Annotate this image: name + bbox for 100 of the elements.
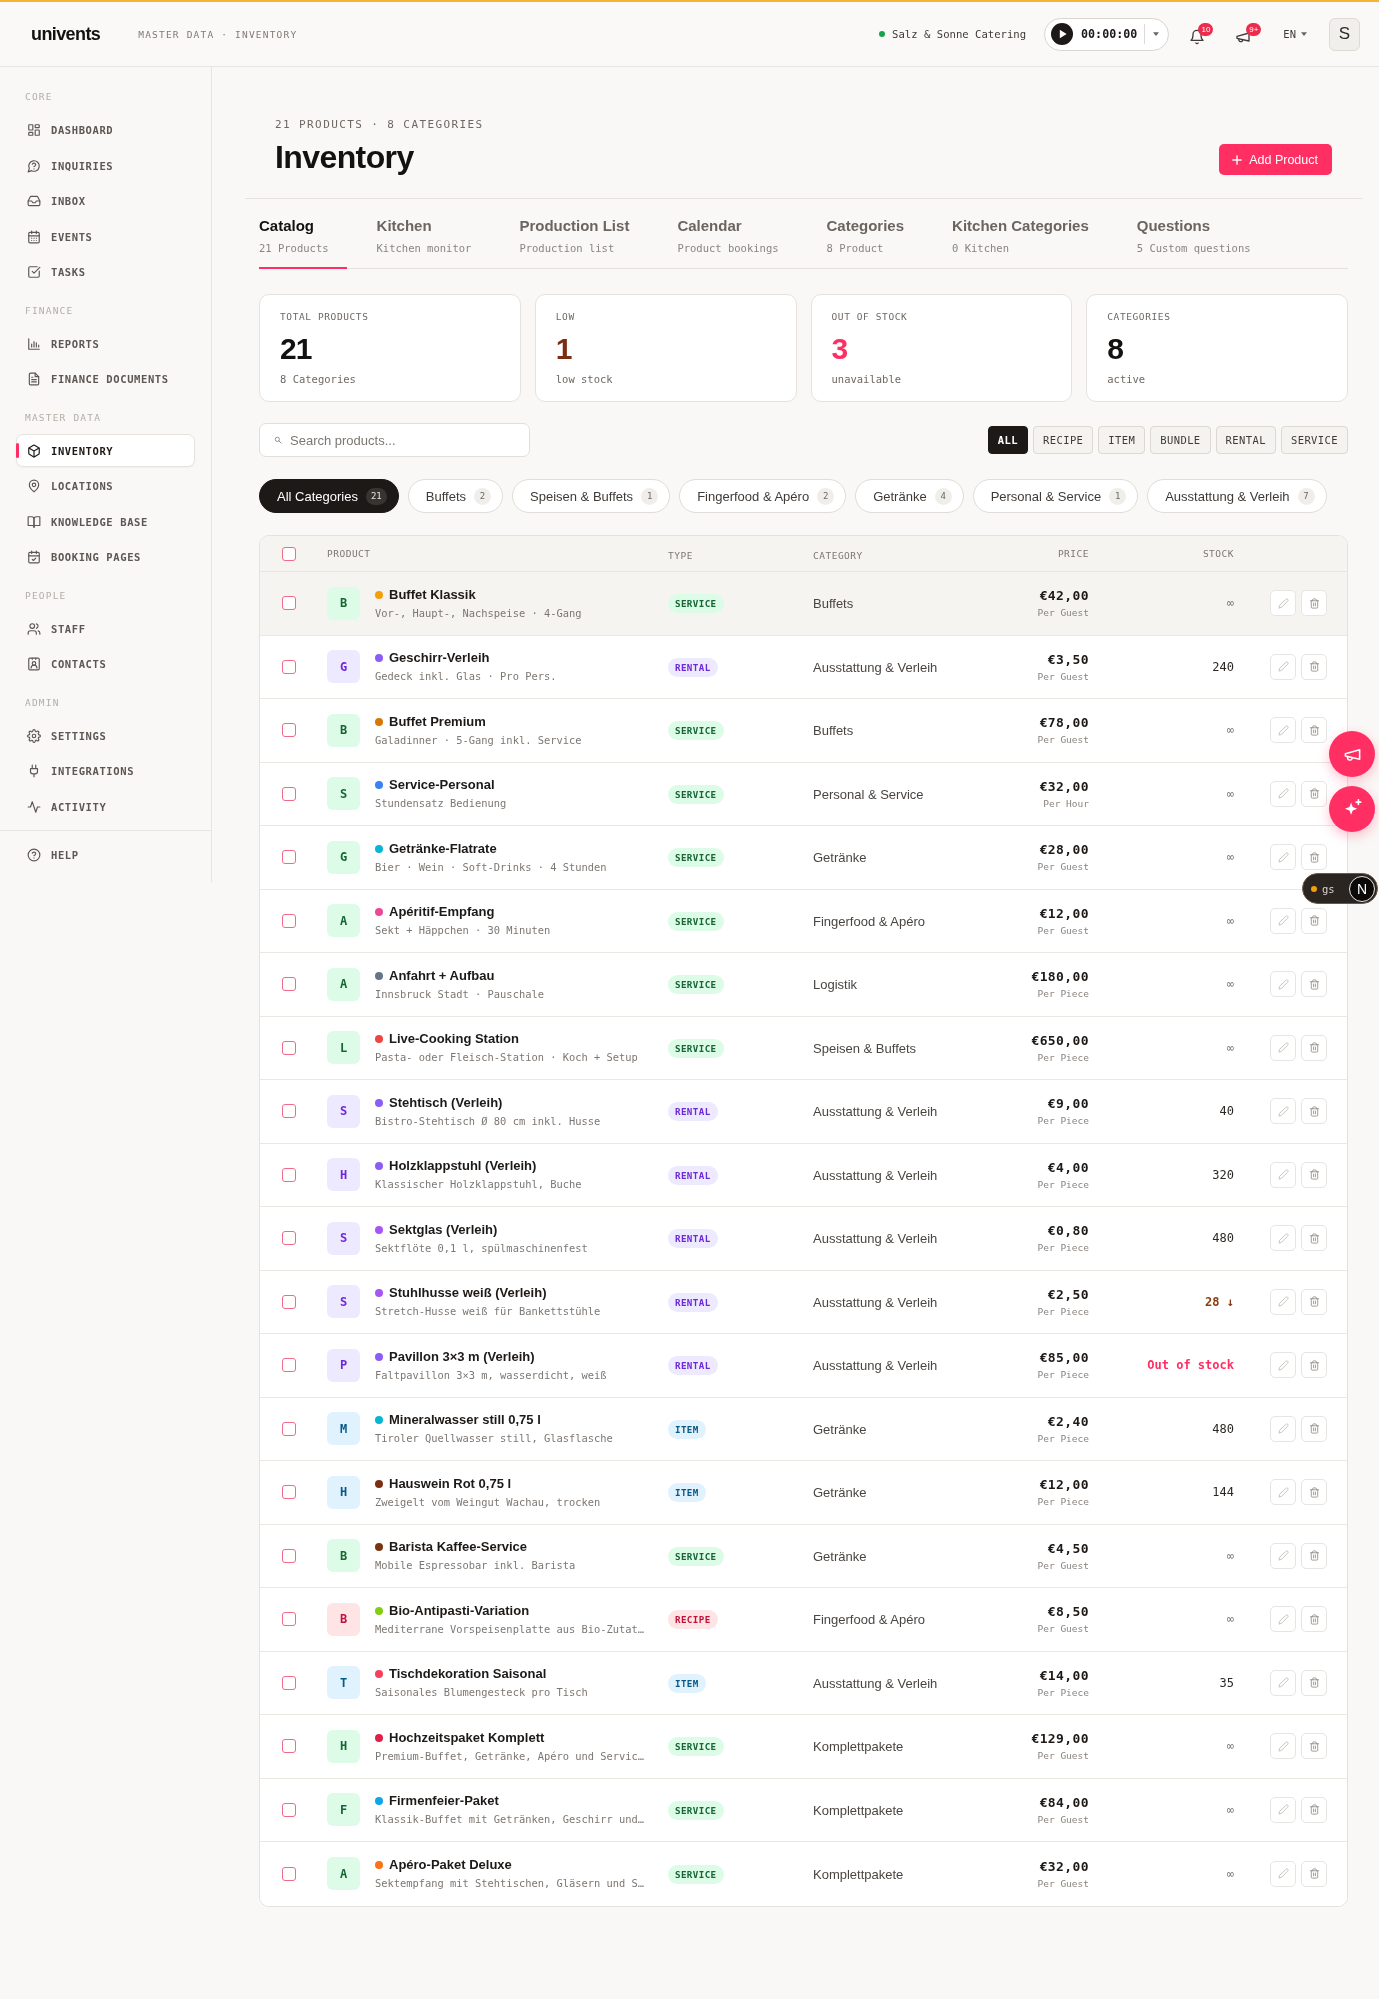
type-filter[interactable]: RECIPE [1033,426,1094,454]
edit-button[interactable] [1270,1669,1296,1696]
edit-button[interactable] [1270,1606,1296,1633]
delete-button[interactable] [1301,844,1327,871]
delete-button[interactable] [1301,717,1327,744]
row-checkbox[interactable] [282,1104,296,1119]
row-checkbox[interactable] [282,1548,296,1563]
highlighted-row[interactable]: B Buffet Klassik Vor-, Haupt-, Nachspeise · 4-Gang SERVICE Buffets €42,00 Per Guest ∞ [260,572,1347,636]
row-checkbox[interactable] [282,1612,296,1627]
search-field[interactable]: Search products... [259,423,530,457]
tab[interactable]: Questions 5 Custom questions [1136,199,1269,269]
row-checkbox[interactable] [282,1739,296,1754]
sparkle-button[interactable] [1329,786,1375,832]
category-chip[interactable]: Ausstattung & Verleih 7 [1147,479,1327,513]
sidebar-item[interactable]: KNOWLEDGE BASE [16,505,195,538]
delete-button[interactable] [1301,653,1327,680]
row-checkbox[interactable] [282,1421,296,1436]
delete-button[interactable] [1301,590,1327,617]
sidebar-item[interactable]: STAFF [16,612,195,645]
edit-button[interactable] [1270,1479,1296,1506]
delete-button[interactable] [1301,1479,1327,1506]
language-selector[interactable]: EN [1283,28,1307,40]
type-filter[interactable]: BUNDLE [1150,426,1211,454]
row-checkbox[interactable] [282,1040,296,1055]
sidebar-item[interactable]: CONTACTS [16,647,195,681]
delete-button[interactable] [1301,971,1327,998]
row-checkbox[interactable] [282,1675,296,1690]
type-filter[interactable]: RENTAL [1215,426,1276,454]
notifications-button[interactable]: 10 [1189,23,1214,45]
type-filter[interactable]: ALL [987,426,1028,454]
add-product-button[interactable]: Add Product [1219,144,1332,175]
type-filter[interactable]: SERVICE [1280,426,1348,454]
row-checkbox[interactable] [282,723,296,738]
delete-button[interactable] [1301,1606,1327,1633]
row-checkbox[interactable] [282,596,296,611]
play-icon[interactable] [1051,23,1074,45]
category-chip[interactable]: Speisen & Buffets 1 [512,479,671,513]
search-input[interactable]: Search products... [290,432,517,448]
delete-button[interactable] [1301,1415,1327,1442]
edit-button[interactable] [1270,1796,1296,1823]
row-checkbox[interactable] [282,659,296,674]
caret-icon[interactable] [1153,32,1160,36]
edit-button[interactable] [1270,907,1296,934]
delete-button[interactable] [1301,1225,1327,1252]
row-checkbox[interactable] [282,1802,296,1817]
category-chip[interactable]: Personal & Service 1 [972,479,1139,513]
edit-button[interactable] [1270,1415,1296,1442]
delete-button[interactable] [1301,1860,1327,1887]
tab[interactable]: Production List Production list [519,199,648,269]
row-checkbox[interactable] [282,1358,296,1373]
tab[interactable]: Catalog 21 Products [259,199,347,269]
edit-button[interactable] [1270,844,1296,871]
sidebar-item[interactable]: TASKS [16,255,195,289]
tab[interactable]: Kitchen Categories 0 Kitchen [952,199,1107,269]
category-chip[interactable]: Buffets 2 [407,479,503,513]
sidebar-item[interactable]: HELP [16,838,195,872]
megaphone-button[interactable] [1329,731,1375,777]
row-checkbox[interactable] [282,1167,296,1182]
type-filter[interactable]: ITEM [1098,426,1146,454]
sidebar-item[interactable]: REPORTS [16,327,195,360]
sidebar-item[interactable]: INBOX [16,184,195,218]
edit-button[interactable] [1270,1225,1296,1252]
sidebar-item[interactable]: FINANCE DOCUMENTS [16,362,195,396]
announcements-button[interactable]: 9+ [1235,23,1262,45]
delete-button[interactable] [1301,1796,1327,1823]
edit-button[interactable] [1270,1352,1296,1379]
tab[interactable]: Categories 8 Product [826,199,923,269]
row-checkbox[interactable] [282,850,296,865]
sidebar-item[interactable]: DASHBOARD [16,113,195,147]
row-checkbox[interactable] [282,913,296,928]
delete-button[interactable] [1301,1288,1327,1315]
sidebar-item[interactable]: SETTINGS [16,719,195,752]
user-avatar[interactable]: S [1329,17,1360,51]
edit-button[interactable] [1270,1733,1296,1760]
workspace-name[interactable]: Salz & Sonne Catering [892,28,1027,40]
edit-button[interactable] [1270,717,1296,744]
delete-button[interactable] [1301,1669,1327,1696]
tab[interactable]: Calendar Product bookings [677,199,797,269]
row-checkbox[interactable] [282,1294,296,1309]
sidebar-item[interactable]: EVENTS [16,220,195,253]
dev-indicator[interactable]: gs N [1302,873,1378,904]
row-checkbox[interactable] [282,1231,296,1246]
sidebar-item[interactable]: ACTIVITY [16,790,195,823]
delete-button[interactable] [1301,1542,1327,1569]
sidebar-item[interactable]: BOOKING PAGES [16,540,195,574]
row-checkbox[interactable] [282,977,296,992]
edit-button[interactable] [1270,1288,1296,1315]
edit-button[interactable] [1270,1161,1296,1188]
logo[interactable]: univents [31,23,101,45]
edit-button[interactable] [1270,971,1296,998]
delete-button[interactable] [1301,1733,1327,1760]
delete-button[interactable] [1301,1098,1327,1125]
edit-button[interactable] [1270,1034,1296,1061]
row-checkbox[interactable] [282,786,296,801]
edit-button[interactable] [1270,780,1296,807]
edit-button[interactable] [1270,653,1296,680]
category-chip[interactable]: Fingerfood & Apéro 2 [679,479,847,513]
category-chip[interactable]: All Categories 21 [259,479,399,513]
edit-button[interactable] [1270,590,1296,617]
select-all-checkbox[interactable] [282,546,296,561]
